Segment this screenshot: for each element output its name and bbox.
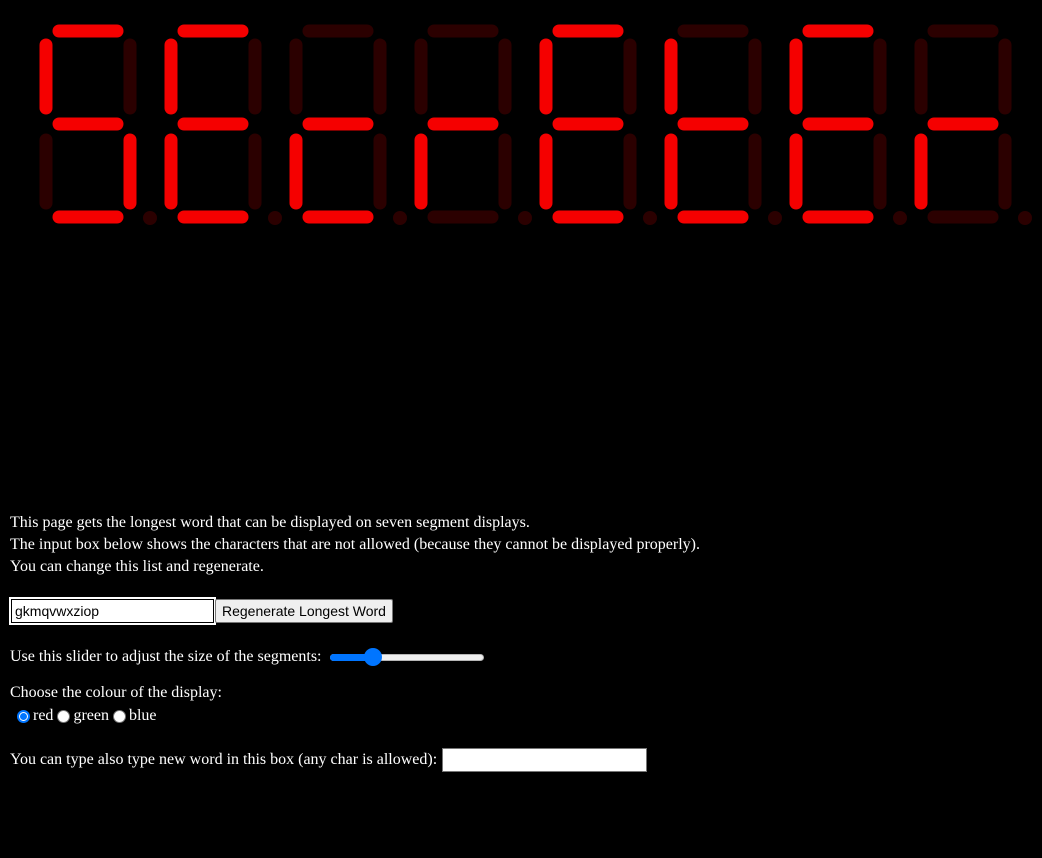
colour-chooser: Choose the colour of the display: red gr… bbox=[10, 682, 1030, 728]
slider-thumb[interactable] bbox=[363, 648, 382, 666]
digit-8-decimal-point bbox=[1018, 211, 1032, 225]
disallowed-chars-input[interactable] bbox=[9, 597, 216, 625]
digit-6-decimal-point bbox=[768, 211, 782, 225]
custom-word-row: You can type also type new word in this … bbox=[10, 748, 1030, 772]
regenerate-button[interactable]: Regenerate Longest Word bbox=[215, 599, 393, 623]
disallowed-chars-row: Regenerate Longest Word bbox=[9, 597, 1030, 625]
radio-green[interactable] bbox=[57, 709, 71, 723]
seven-segment-svg bbox=[39, 24, 1032, 225]
custom-word-label: You can type also type new word in this … bbox=[10, 751, 438, 768]
radio-red-label: red bbox=[33, 707, 54, 724]
intro-line-1: This page gets the longest word that can… bbox=[10, 514, 530, 531]
seven-segment-display bbox=[0, 0, 1042, 240]
digit-4-decimal-point bbox=[518, 211, 532, 225]
colour-label: Choose the colour of the display: bbox=[10, 684, 222, 701]
digit-7-decimal-point bbox=[893, 211, 907, 225]
intro-line-2: The input box below shows the characters… bbox=[10, 536, 700, 553]
custom-word-input[interactable] bbox=[442, 748, 648, 772]
intro-line-3: You can change this list and regenerate. bbox=[10, 558, 264, 575]
digit-3-decimal-point bbox=[393, 211, 407, 225]
digit-1-decimal-point bbox=[143, 211, 157, 225]
radio-red[interactable] bbox=[17, 709, 30, 723]
radio-blue-label: blue bbox=[128, 707, 157, 724]
segment-size-label: Use this slider to adjust the size of th… bbox=[10, 648, 322, 665]
radio-blue[interactable] bbox=[112, 709, 126, 723]
colour-options: red green blue bbox=[10, 704, 1030, 728]
digit-2-decimal-point bbox=[268, 211, 282, 225]
segment-size-slider[interactable] bbox=[329, 647, 484, 667]
controls-panel: This page gets the longest word that can… bbox=[9, 512, 1030, 772]
digit-5-decimal-point bbox=[643, 211, 657, 225]
segment-size-row: Use this slider to adjust the size of th… bbox=[10, 644, 1030, 670]
radio-green-label: green bbox=[73, 707, 109, 724]
